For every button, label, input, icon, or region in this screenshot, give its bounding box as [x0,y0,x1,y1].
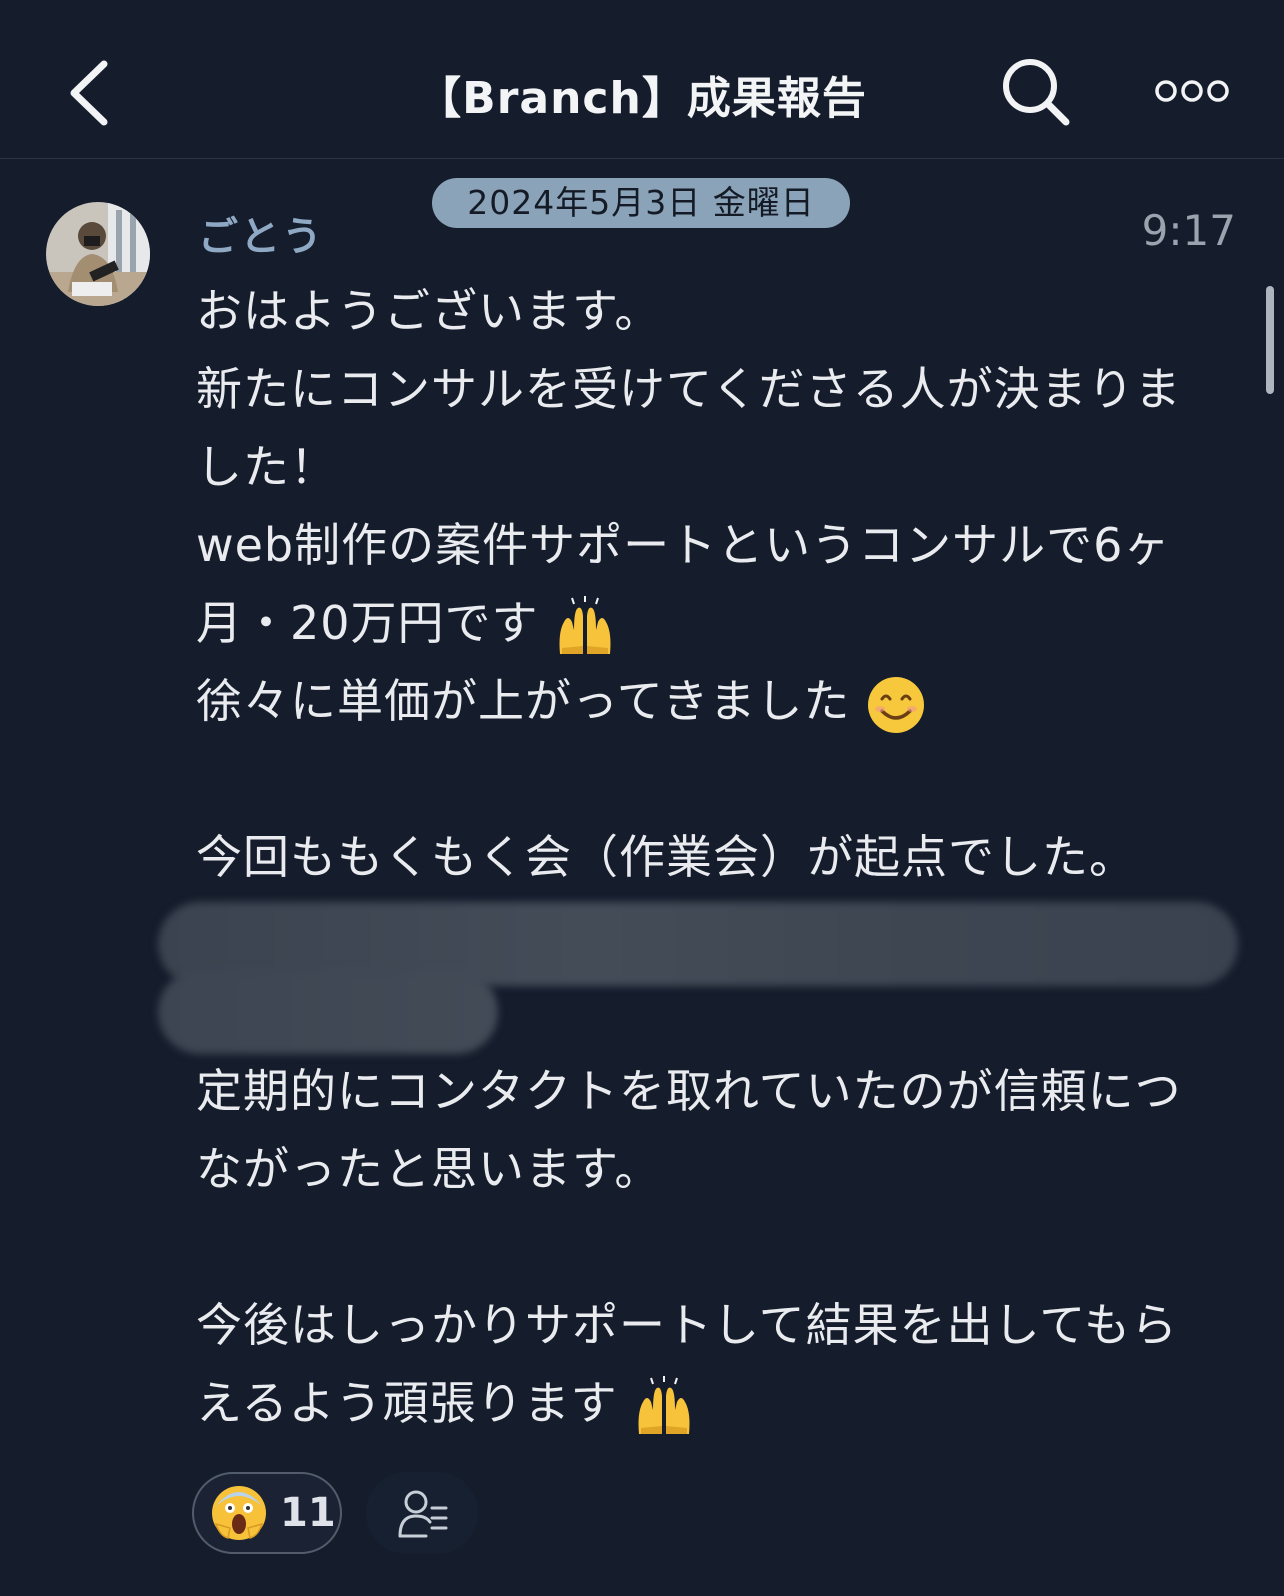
message-author[interactable]: ごとう [198,204,324,262]
read-receipts-button[interactable] [366,1472,478,1554]
message-line-with-emoji: 徐々に単価が上がってきました [196,662,926,740]
person-list-icon [398,1490,448,1538]
reaction-chip[interactable]: 11 [192,1472,342,1554]
message-line: 新たにコンサルを受けてくださる人が決まりま [196,362,1182,416]
avatar[interactable] [46,202,150,306]
chat-title: 【Branch】成果報告 [417,73,867,124]
scrollbar[interactable] [1266,286,1274,394]
raising-hands-emoji-icon [638,1375,690,1434]
message-line: した！ [196,440,337,494]
smiling-face-emoji-icon [867,676,924,733]
search-icon[interactable] [1000,56,1072,128]
message-time: 9:17 [1141,206,1236,255]
date-separator: 2024年5月3日 金曜日 [432,178,850,228]
top-bar: 【Branch】成果報告 [0,0,1284,159]
message-line: おはようございます。 [196,284,662,338]
message-line: 今後はしっかりサポートして結果を出してもら [196,1298,1178,1352]
raising-hands-emoji-icon [559,595,611,654]
message-line: 今回ももくもく会（作業会）が起点でした。 [196,830,1136,884]
message-line: 徐々に単価が上がってきました [196,674,851,728]
message-line-with-emoji: えるよう頑張ります [196,1364,695,1442]
message-line: えるよう頑張ります [196,1376,618,1430]
message-line: 月・20万円です [196,596,539,650]
message-line: 定期的にコンタクトを取れていたのが信頼につ [196,1064,1182,1118]
message-line: web制作の案件サポートというコンサルで6ヶ [196,518,1171,572]
face-screaming-emoji-icon [212,1486,266,1540]
message-line-with-emoji: 月・20万円です [196,584,616,662]
redacted-text [158,970,498,1054]
more-horizontal-icon[interactable] [1152,76,1232,106]
message-line: ながったと思います。 [196,1142,662,1196]
reaction-count: 11 [280,1490,336,1536]
